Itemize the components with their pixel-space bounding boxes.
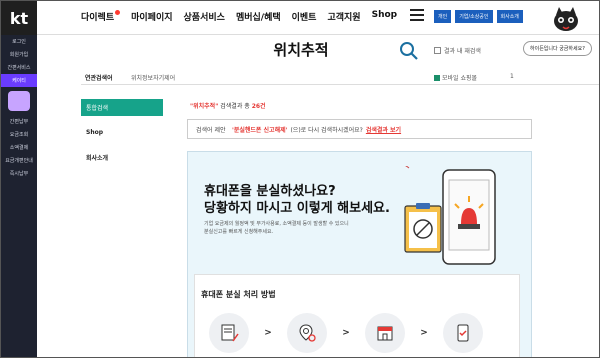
steps-title: 휴대폰 분실 처리 방법 [201,290,276,299]
page-frame: kt 다이렉트 마이페이지 상품서비스 멤버십/혜택 이벤트 고객지원 Shop… [0,0,600,358]
phone-check-icon [443,313,483,353]
quick-bill[interactable]: 요금조회 [1,128,37,141]
store-icon [365,313,405,353]
related-label: 연관검색어 [85,75,113,82]
mobile-shop-link[interactable]: 모바일 쇼핑몰 [434,73,477,82]
banner-desc-1: 기업 요금제의 월정액 및 부가사용료, 소액결제 등이 발생할 수 있으니 [204,221,349,227]
header-buttons: 개인 기업/소상공인 회사소개 [434,10,523,23]
step-arrow-2: > [342,328,350,338]
banner-heading-2: 당황하지 마시고 이렇게 해보세요. [204,201,390,216]
quick-micropay[interactable]: 소액결제 [1,141,37,154]
mascot-cat-icon[interactable] [550,5,582,35]
refine-checkbox[interactable] [434,47,441,54]
suggest-term: '분실핸드폰 신고해제' [232,126,288,134]
document-pen-icon [209,313,249,353]
refine-label: 결과 내 재검색 [444,48,481,55]
nav-support[interactable]: 고객지원 [327,10,360,23]
nav-shop[interactable]: Shop [372,10,398,23]
global-nav: 다이렉트 마이페이지 상품서비스 멤버십/혜택 이벤트 고객지원 Shop [81,10,397,23]
quick-simple-service[interactable]: 간편서비스 [1,61,37,74]
kt-logo[interactable]: kt [1,1,37,35]
category-company[interactable]: 회사소개 [81,149,163,166]
page-title: 위치추적 [273,41,329,59]
new-dot-icon [115,10,121,15]
shop-icon [434,74,440,81]
refine-search[interactable]: 결과 내 재검색 [434,46,481,55]
top-header: kt 다이렉트 마이페이지 상품서비스 멤버십/혜택 이벤트 고객지원 Shop… [1,1,599,35]
lost-phone-banner: 휴대폰을 분실하셨나요? 당황하지 마시고 이렇게 해보세요. 기업 요금제의 … [187,151,532,357]
related-keywords-bar: 연관검색어 위치정보자기제어 모바일 쇼핑몰 1 [81,71,599,85]
search-icon[interactable] [399,41,419,61]
company-button[interactable]: 회사소개 [496,10,523,23]
personal-button[interactable]: 개인 [434,10,452,23]
business-button[interactable]: 기업/소상공인 [455,10,493,23]
suggest-question: (으)로 다시 검색하시겠어요? [290,126,363,134]
page-indicator: 1 [510,73,514,80]
cat-character-icon [8,91,30,111]
category-sidebar: 통합검색 Shop 회사소개 [81,99,163,175]
quick-plan[interactable]: 요금개편안내 [1,154,37,167]
lost-phone-steps-panel: 휴대폰 분실 처리 방법 > > > [194,274,520,357]
step-arrow-3: > [420,328,428,338]
nav-direct[interactable]: 다이렉트 [81,10,121,23]
suggest-link[interactable]: 검색결과 보기 [366,125,401,134]
result-count-text: 검색결과 총 [220,103,250,110]
nav-membership[interactable]: 멤버십/혜택 [236,10,281,23]
nav-event[interactable]: 이벤트 [292,10,317,23]
quick-instant-pay[interactable]: 즉시납부 [1,167,37,180]
phone-alarm-illustration [404,166,496,265]
search-suggestion: 검색어 제안 '분실핸드폰 신고해제' (으)로 다시 검색하시겠어요? 검색결… [187,119,532,139]
category-all[interactable]: 통합검색 [81,99,163,116]
location-search-icon [287,313,327,353]
hamburger-menu-icon[interactable] [410,9,424,23]
quick-easy-pay[interactable]: 간편납부 [1,115,37,128]
steps-row: > > > [209,313,483,353]
nav-products[interactable]: 상품서비스 [184,10,225,23]
result-query: "위치추적" [190,103,219,110]
step-arrow-1: > [264,328,272,338]
suggest-label: 검색어 제안 [196,126,226,134]
category-shop[interactable]: Shop [81,125,163,140]
banner-desc-2: 분실신고를 빠르게 신청해주세요. [204,229,274,235]
quick-kt[interactable]: 케이티 [1,74,37,87]
related-keyword[interactable]: 위치정보자기제어 [131,73,175,82]
result-count-number: 26건 [251,103,266,110]
nav-mypage[interactable]: 마이페이지 [131,10,172,23]
left-quick-nav: 로그인 회원가입 간편서비스 케이티 간편납부 요금조회 소액결제 요금개편안내… [1,35,37,357]
result-count: "위치추적" 검색결과 총 26건 [190,101,266,110]
